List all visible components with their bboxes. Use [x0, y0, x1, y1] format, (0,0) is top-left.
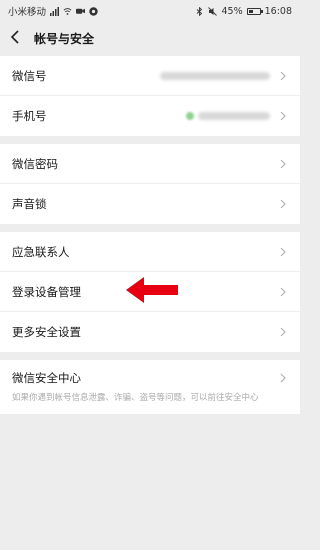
carrier-label: 小米移动	[8, 7, 47, 18]
status-left: 小米移动	[8, 4, 98, 18]
chevron-right-icon	[278, 71, 288, 81]
chevron-right-icon	[278, 199, 288, 209]
row-phone[interactable]: 手机号	[0, 96, 300, 136]
message-icon	[89, 6, 98, 16]
signal-icon	[50, 6, 60, 16]
chevron-right-icon	[278, 159, 288, 169]
page-title: 帐号与安全	[34, 31, 95, 46]
row-label: 微信号	[12, 68, 47, 83]
status-right: 45% 16:08	[195, 6, 292, 17]
row-voice-lock[interactable]: 声音锁	[0, 184, 300, 224]
blurred-text	[160, 71, 270, 80]
account-group: 微信号 手机号	[0, 56, 300, 136]
row-label: 更多安全设置	[12, 325, 81, 339]
chevron-right-icon	[278, 111, 288, 121]
row-wechat-password[interactable]: 微信密码	[0, 144, 300, 184]
wechat-id-value-blurred	[160, 71, 270, 80]
chevron-left-icon[interactable]	[10, 29, 28, 47]
verified-icon	[186, 112, 194, 120]
row-label: 应急联系人	[12, 244, 70, 259]
row-wechat-id[interactable]: 微信号	[0, 56, 300, 96]
battery-level	[248, 9, 254, 13]
mute-icon	[208, 6, 218, 16]
chevron-right-icon	[278, 287, 288, 297]
status-time: 16:08	[264, 5, 292, 17]
chevron-right-icon	[278, 373, 288, 383]
bluetooth-icon	[195, 6, 204, 16]
security-center-description: 如果你遇到帐号信息泄露、诈骗、盗号等问题，可以前往安全中心	[12, 393, 259, 403]
password-group: 微信密码 声音锁	[0, 144, 300, 224]
row-label: 声音锁	[12, 197, 47, 211]
row-emergency-contacts[interactable]: 应急联系人	[0, 232, 300, 272]
blurred-text	[198, 112, 270, 120]
row-label: 登录设备管理	[12, 284, 81, 299]
chevron-right-icon	[278, 327, 288, 337]
row-more-security-settings[interactable]: 更多安全设置	[0, 312, 300, 352]
title-bar: 帐号与安全	[0, 22, 300, 54]
row-label: 手机号	[12, 109, 47, 123]
row-label: 微信密码	[12, 156, 58, 171]
phone-value-blurred	[186, 112, 270, 120]
status-bar: 小米移动 45% 16:08	[0, 0, 300, 22]
battery-percent: 45%	[221, 5, 243, 17]
security-center-group: 微信安全中心 如果你遇到帐号信息泄露、诈骗、盗号等问题，可以前往安全中心	[0, 360, 300, 415]
row-security-center[interactable]: 微信安全中心 如果你遇到帐号信息泄露、诈骗、盗号等问题，可以前往安全中心	[0, 360, 300, 414]
camera-icon	[76, 7, 86, 16]
row-label: 微信安全中心	[12, 371, 81, 385]
battery-icon	[246, 7, 263, 15]
wifi-icon	[63, 7, 72, 16]
left-arrow-icon	[126, 277, 178, 303]
chevron-right-icon	[278, 247, 288, 257]
